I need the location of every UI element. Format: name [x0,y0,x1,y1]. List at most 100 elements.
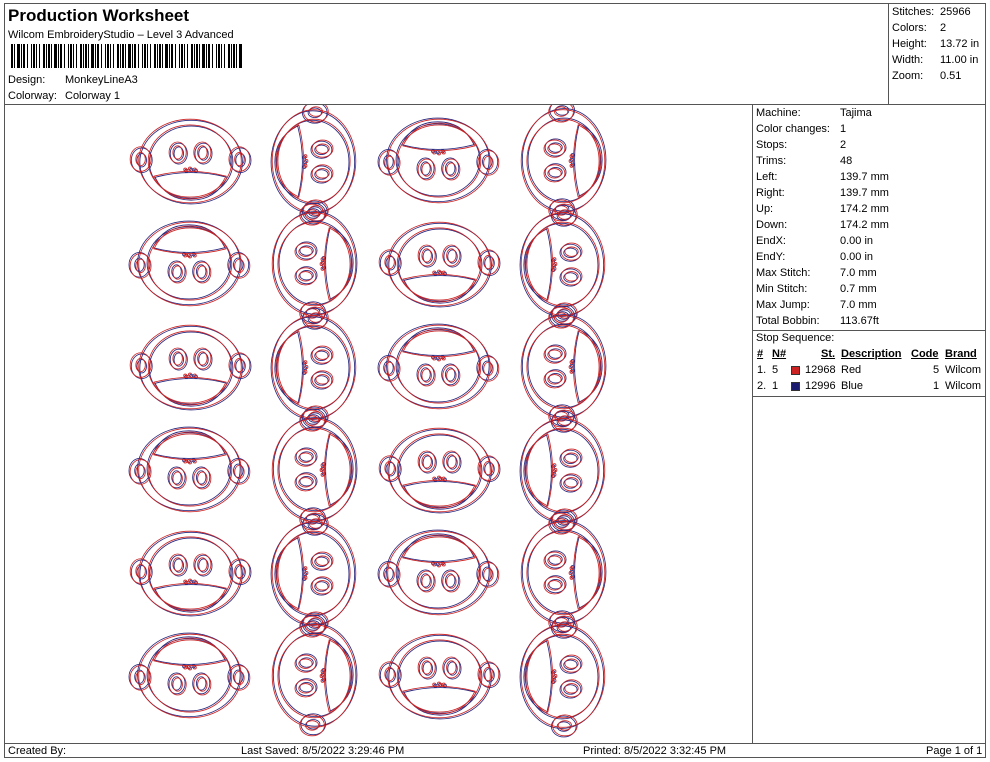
last-saved: Last Saved: 8/5/2022 3:29:46 PM [241,745,405,757]
stat-label: Width: [892,54,924,66]
page-title: Production Worksheet [8,6,190,25]
stat-value: 0.51 [940,70,962,82]
info-row: Min Stitch: 0.7 mm [756,283,982,295]
info-value: 0.00 in [840,235,874,247]
stop-brand: Wilcom [945,364,982,376]
stop-needle: 5 [772,364,779,376]
info-label: Stops: [756,139,788,151]
col-description: Description [841,348,902,360]
design-value: MonkeyLineA3 [65,74,138,86]
monkey-design [378,427,501,514]
info-label: Max Stitch: [756,267,811,279]
created-by: Created By: [8,745,67,757]
monkey-design [271,614,358,737]
stop-row: 2. 1 12996 Blue 1 Wilcom [753,380,985,396]
info-label: Min Stitch: [756,283,808,295]
stat-row: Stitches: 25966 [892,6,984,18]
stat-value: 13.72 in [940,38,980,50]
info-label: EndY: [756,251,786,263]
col-needle: N# [772,348,787,360]
page-number: Page 1 of 1 [926,745,983,757]
stat-value: 2 [940,22,947,34]
info-row: Up: 174.2 mm [756,203,982,215]
colorway-label: Colorway: [8,90,57,102]
col-brand: Brand [945,348,977,360]
info-value: 48 [840,155,853,167]
info-label: Left: [756,171,778,183]
col-num: # [757,348,764,360]
info-label: Machine: [756,107,801,119]
stop-num: 2. [757,380,767,392]
monkey-design [271,408,358,531]
color-swatch [791,382,800,391]
monkey-design [128,426,251,513]
info-row: Down: 174.2 mm [756,219,982,231]
info-label: Right: [756,187,785,199]
info-label: EndX: [756,235,786,247]
stop-num: 1. [757,364,767,376]
info-label: Up: [756,203,774,215]
info-row: Total Bobbin: 113.67ft [756,315,982,327]
stat-value: 11.00 in [940,54,979,66]
info-label: Max Jump: [756,299,810,311]
info-label: Trims: [756,155,787,167]
design-row: Design: MonkeyLineA3 [8,74,138,86]
monkey-design [520,511,607,634]
software-name: Wilcom EmbroideryStudio – Level 3 Advanc… [8,29,234,41]
monkey-design [129,324,252,411]
stat-label: Height: [892,38,927,50]
monkey-design [128,632,251,719]
info-row: EndY: 0.00 in [756,251,982,263]
divider [753,330,985,331]
worksheet: Production Worksheet Wilcom EmbroiderySt… [4,3,986,758]
info-row: Machine: Tajima [756,107,982,119]
stop-needle: 1 [772,380,779,392]
design-stats: Stitches: 25966 Colors: 2 Height: 13.72 in … [889,4,985,105]
stat-row: Zoom: 0.51 [892,70,984,82]
monkey-design [377,323,500,410]
monkey-design [129,530,252,617]
info-label: Color changes: [756,123,830,135]
stop-description: Red [841,364,862,376]
info-value: 2 [840,139,847,151]
monkey-design [520,99,607,222]
info-value: 174.2 mm [840,203,889,215]
monkey-design [377,117,500,204]
printed-date: Printed: 8/5/2022 3:32:45 PM [583,745,727,757]
info-value: 174.2 mm [840,219,889,231]
stat-row: Height: 13.72 in [892,38,984,50]
colorway-row: Colorway: Colorway 1 [8,90,120,102]
divider [753,396,985,397]
monkey-design [378,633,501,720]
worksheet-footer: Created By: Last Saved: 8/5/2022 3:29:46… [5,743,985,757]
info-value: 7.0 mm [840,299,877,311]
info-value: Tajima [840,107,872,119]
info-value: 113.67ft [840,315,879,327]
color-swatch [791,366,800,375]
info-row: Right: 139.7 mm [756,187,982,199]
barcode [11,44,242,68]
col-code: Code [911,348,939,360]
info-value: 0.00 in [840,251,874,263]
stop-stitches: 12996 [805,380,836,392]
monkey-design [271,202,358,325]
stop-sequence-title: Stop Sequence: [756,332,835,344]
stop-sequence-header: # N# St. Description Code Brand [753,348,985,364]
stat-row: Width: 11.00 in [892,54,984,66]
monkey-design [128,220,251,307]
worksheet-header: Production Worksheet Wilcom EmbroiderySt… [5,4,889,105]
design-preview-svg [128,99,607,738]
stop-code: 1 [933,380,940,392]
stat-label: Stitches: [892,6,935,18]
monkey-design [129,118,252,205]
info-row: Color changes: 1 [756,123,982,135]
info-row: Max Stitch: 7.0 mm [756,267,982,279]
stop-description: Blue [841,380,864,392]
info-value: 139.7 mm [840,171,889,183]
info-label: Total Bobbin: [756,315,820,327]
monkey-design [377,529,500,616]
stop-row: 1. 5 12968 Red 5 Wilcom [753,364,985,380]
machine-info-panel: Machine: Tajima Color changes: 1 Stops: 2 T… [753,105,985,743]
info-value: 1 [840,123,847,135]
col-stitches: St. [821,348,836,360]
